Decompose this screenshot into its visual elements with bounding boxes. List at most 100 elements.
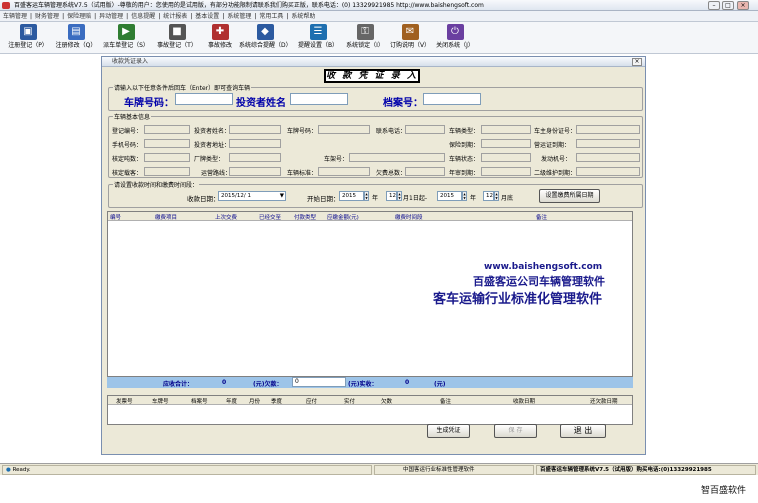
- vf-value: [405, 167, 445, 176]
- tool-order-info-button[interactable]: ✉ 订购说明（V）: [385, 24, 435, 52]
- receipt-window-close-button[interactable]: ×: [632, 58, 642, 66]
- column-header: 月份: [249, 399, 261, 405]
- column-header: 付款类型: [294, 215, 317, 221]
- menu-system[interactable]: 系统管理: [224, 11, 254, 22]
- vf-label: 车架号：: [324, 156, 349, 163]
- vf-value: [349, 153, 445, 162]
- due-total-label: 应收合计：: [163, 381, 194, 388]
- column-header: 已经交至: [259, 215, 282, 221]
- exit-button[interactable]: 退 出: [560, 424, 606, 438]
- tool-dispatch-button[interactable]: ▶ 派车单登记（S）: [101, 24, 151, 52]
- column-header: 实付: [344, 399, 356, 405]
- vf-label: 车牌号码：: [287, 128, 318, 135]
- accident-icon: ■: [168, 24, 186, 40]
- maximize-button[interactable]: □: [722, 1, 734, 10]
- start-year-input[interactable]: 2015: [339, 191, 364, 201]
- column-header: 上次交费: [215, 215, 238, 221]
- menu-insurance[interactable]: 保险理赔: [64, 11, 94, 22]
- start-year-spinner[interactable]: ▲ ▼: [364, 191, 369, 201]
- column-header: 编号: [110, 215, 122, 221]
- vf-value: [576, 153, 640, 162]
- start-month-input[interactable]: 12: [386, 191, 397, 201]
- vf-value: [576, 125, 640, 134]
- menu-vehicle[interactable]: 车辆管理: [0, 11, 30, 22]
- investor-input[interactable]: [290, 93, 348, 105]
- menu-reminders[interactable]: 信息提醒: [128, 11, 158, 22]
- tool-reminder-settings-button[interactable]: ☰ 提醒设置（B）: [293, 24, 343, 52]
- menu-changes[interactable]: 异动管理: [96, 11, 126, 22]
- investor-label: 投资者姓名: [236, 98, 286, 109]
- vf-label: 二级维护到期：: [534, 170, 577, 177]
- vf-value: [144, 125, 190, 134]
- app-title: 百盛客运车辆管理系统V7.5（试用版）-尊敬的用户：您使用的是试用版，有部分功能…: [14, 2, 484, 9]
- generate-voucher-button[interactable]: 生成凭证: [427, 424, 470, 438]
- tool-label: 注册登记（P）: [8, 42, 48, 49]
- end-year-input[interactable]: 2015: [437, 191, 462, 201]
- vehicle-group-caption: 车辆基本信息: [113, 112, 152, 121]
- menu-reports[interactable]: 统计报表: [160, 11, 190, 22]
- end-year-spinner[interactable]: ▲ ▼: [462, 191, 467, 201]
- vehicle-info-group: 车辆基本信息 登记编号： 投资者姓名： 车牌号码： 联系电话： 车辆类型： 车主…: [108, 112, 643, 178]
- app-logo-icon: [2, 2, 10, 9]
- vf-label: 车辆状态：: [449, 156, 480, 163]
- tool-accident-edit-button[interactable]: ✚ 事故修改: [195, 24, 245, 52]
- file-number-input[interactable]: [423, 93, 481, 105]
- close-button[interactable]: ×: [737, 1, 749, 10]
- shutdown-icon: ⏻: [446, 24, 464, 40]
- set-fee-period-button[interactable]: 设置缴费所属日期: [539, 189, 600, 203]
- tool-label: 系统锁定（I）: [346, 42, 384, 49]
- vf-label: 联系电话：: [376, 128, 407, 135]
- menu-finance[interactable]: 财务管理: [32, 11, 62, 22]
- menu-help[interactable]: 系统帮助: [288, 11, 318, 22]
- tool-reminder-button[interactable]: ◆ 系统综合提醒（D）: [239, 24, 292, 52]
- tool-lock-button[interactable]: ⚿ 系统锁定（I）: [340, 24, 390, 52]
- vf-value: [481, 153, 531, 162]
- tool-label: 事故修改: [207, 42, 232, 49]
- vf-label: 核定载客：: [112, 170, 143, 177]
- query-group-caption: 请输入以下任意条件后回车（Enter）即可查询车辆: [113, 83, 252, 92]
- totals-bar: 应收合计： 0 (元)欠款： 0 (元)实收： 0 (元): [107, 377, 633, 388]
- vf-label: 发动机号：: [541, 156, 572, 163]
- tool-edit-register-button[interactable]: ▤ 注册修改（Q）: [51, 24, 101, 52]
- column-header: 发票号: [116, 399, 133, 405]
- vf-label: 保险到期：: [449, 142, 480, 149]
- vf-value: [144, 153, 190, 162]
- receipt-window-title-bar: 收款凭证录入: [102, 57, 645, 67]
- start-month-spinner[interactable]: ▲ ▼: [397, 191, 402, 201]
- vf-label: 营运证到期：: [534, 142, 571, 149]
- column-header: 欠数: [381, 399, 393, 405]
- dispatch-icon: ▶: [117, 24, 135, 40]
- debt-input[interactable]: 0: [292, 377, 346, 387]
- paid-label: (元)实收：: [348, 381, 378, 388]
- menu-bar: 车辆管理 | 财务管理 | 保险理赔 | 异动管理 | 信息提醒 | 统计报表 | 基本设置 | 系统管理 |…: [0, 11, 758, 22]
- vf-value: [229, 153, 281, 162]
- end-month-spinner[interactable]: ▲ ▼: [494, 191, 499, 201]
- vf-label: 车辆标准：: [287, 170, 318, 177]
- plate-input[interactable]: [175, 93, 233, 105]
- plate-label: 车牌号码：: [124, 98, 174, 109]
- vf-value: [144, 167, 190, 176]
- receipt-history-table[interactable]: 发票号 车牌号 档案号 年度 月份 季度 应付 实付 欠数 备注 收款日期 还欠…: [107, 395, 633, 425]
- tool-register-button[interactable]: ▣ 注册登记（P）: [3, 24, 53, 52]
- brand-url[interactable]: www.baishengsoft.com: [484, 262, 602, 272]
- status-product: 百盛客运车辆管理系统V7.5（试用版）购买电话:(0)13329921985: [536, 465, 756, 475]
- menu-tools[interactable]: 常用工具: [256, 11, 286, 22]
- tool-shutdown-button[interactable]: ⏻ 关闭系统（J）: [430, 24, 480, 52]
- vf-value: [481, 139, 531, 148]
- minimize-button[interactable]: –: [708, 1, 720, 10]
- fee-items-header: 编号 缴费项目 上次交费 已经交至 付款类型 应缴金额(元) 缴费时间段 备注: [108, 212, 632, 221]
- end-suffix: 月底: [501, 195, 514, 202]
- register-icon: ▣: [19, 24, 37, 40]
- menu-settings[interactable]: 基本设置: [192, 11, 222, 22]
- save-button[interactable]: 保 存: [494, 424, 537, 438]
- accident-edit-icon: ✚: [211, 24, 229, 40]
- period-group-caption: 请设置收款时间和缴费时间段：: [113, 180, 200, 189]
- period-group: 请设置收款时间和缴费时间段： 收款日期： 2015/12/ 1 ▼ 开始日期： 2…: [108, 180, 643, 208]
- pay-date-value: 2015/12/ 1: [221, 193, 251, 199]
- pay-date-picker[interactable]: 2015/12/ 1 ▼: [218, 191, 286, 201]
- column-header: 年度: [226, 399, 238, 405]
- column-header: 应缴金额(元): [327, 215, 359, 221]
- pay-date-label: 收款日期：: [187, 195, 220, 203]
- vf-label: 运营路线：: [201, 170, 232, 177]
- end-month-input[interactable]: 12: [483, 191, 494, 201]
